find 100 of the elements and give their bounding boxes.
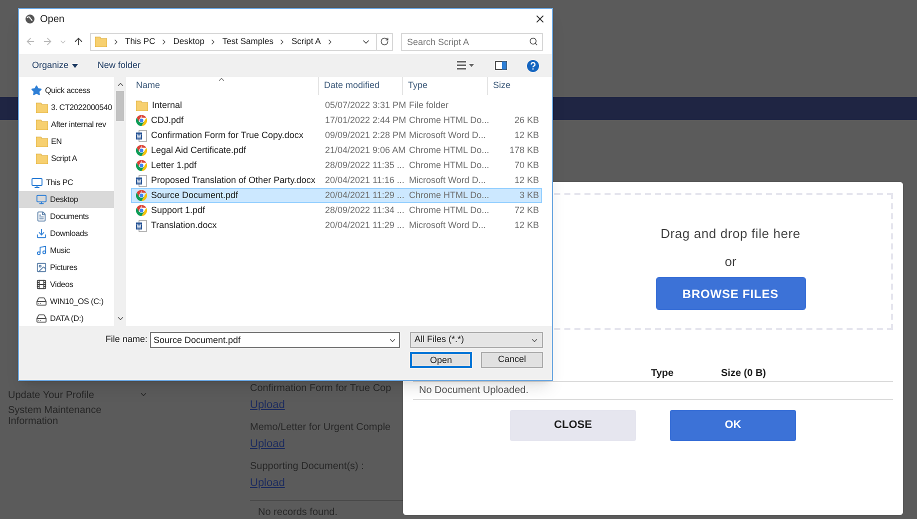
nav-item[interactable]: Downloads [19, 225, 114, 242]
file-row[interactable]: Legal Aid Certificate.pdf 21/04/2021 9:06 AM Chrome HTML Do... 178 KB [131, 143, 542, 158]
sort-caret-icon [217, 75, 226, 84]
picture-icon [36, 262, 47, 273]
file-row[interactable]: Source Document.pdf 20/04/2021 11:29 ... Chrome HTML Do... 3 KB [131, 188, 542, 203]
file-row[interactable]: Letter 1.pdf 28/09/2022 11:35 ... Chrome HTML Do... 70 KB [131, 158, 542, 173]
file-row[interactable]: Proposed Translation of Other Party.docx 20/04/2021 11:16 ... Microsoft Word D... 12 KB [131, 173, 542, 188]
nav-item[interactable]: Quick access [19, 82, 114, 99]
file-size: 12 KB [514, 220, 539, 230]
nav-item[interactable]: After internal rev [19, 116, 114, 133]
file-row[interactable]: Confirmation Form for True Copy.docx 09/09/2021 2:28 PM Microsoft Word D... 12 KB [131, 128, 542, 143]
empty-message: No Document Uploaded. [419, 384, 529, 398]
file-size: 12 KB [514, 175, 539, 185]
file-date: 17/01/2022 2:44 PM [324, 114, 404, 127]
file-name: Letter 1.pdf [151, 159, 197, 172]
file-date: 21/04/2021 9:06 AM [324, 144, 404, 157]
toolbar-button[interactable]: Organize [32, 58, 78, 72]
file-size: 3 KB [519, 190, 539, 200]
column-header: Type [651, 367, 675, 381]
folder-icon [36, 102, 48, 113]
file-size: 72 KB [514, 205, 539, 215]
nav-item[interactable]: EN [19, 133, 114, 150]
nav-item[interactable]: Desktop [19, 191, 114, 208]
nav-item[interactable]: Music [19, 242, 114, 259]
folder-icon [36, 153, 48, 164]
dropdown-icon[interactable] [388, 336, 398, 345]
file-size: 178 KB [509, 145, 539, 155]
file-name: Support 1.pdf [151, 204, 206, 217]
search-icon [529, 36, 538, 46]
file-name: CDJ.pdf [151, 114, 184, 127]
caret-icon [72, 64, 78, 68]
close-button[interactable]: CLOSE [510, 410, 636, 441]
file-name-label: File name: [104, 333, 148, 346]
search-field[interactable]: Search Script A [401, 32, 543, 50]
column-header[interactable]: Type [403, 77, 488, 95]
nav-item[interactable]: WIN10_OS (C:) [19, 293, 114, 310]
toolbar-button[interactable]: New folder [98, 58, 141, 72]
nav-item[interactable]: Videos [19, 276, 114, 293]
column-header[interactable]: Size [488, 77, 540, 95]
folder-icon [95, 36, 107, 47]
file-name: Confirmation Form for True Copy.docx [151, 129, 304, 142]
nav-item[interactable]: Script A [19, 150, 114, 167]
file-date: 28/09/2022 11:35 ... [324, 159, 404, 172]
file-size: 12 KB [514, 130, 539, 140]
column-header[interactable]: Name [131, 77, 319, 95]
column-header: Size (0 B) [721, 367, 768, 381]
ok-button[interactable]: OK [670, 410, 796, 441]
breadcrumb-item[interactable]: This PC [125, 35, 156, 48]
file-size: 26 KB [514, 115, 539, 125]
file-type-dropdown[interactable]: All Files (*.*) [410, 332, 543, 348]
nav-item[interactable]: Pictures [19, 259, 114, 276]
nav-item[interactable]: This PC [19, 174, 114, 191]
or-text: or [724, 252, 736, 270]
browse-files-button[interactable]: BROWSE FILES [656, 277, 806, 310]
open-button[interactable]: Open [410, 352, 472, 368]
nav-item[interactable]: DATA (D:) [19, 310, 114, 326]
drop-text: Drag and drop file here [660, 225, 800, 243]
column-header[interactable]: Date modified [319, 77, 403, 95]
breadcrumb-item[interactable]: Test Samples [222, 35, 274, 48]
document-icon [136, 220, 147, 232]
file-date: 20/04/2021 11:16 ... [324, 174, 404, 187]
file-date: 20/04/2021 11:29 ... [324, 189, 404, 202]
close-icon[interactable] [534, 13, 546, 25]
chevron-icon [139, 390, 148, 399]
film-icon [36, 279, 47, 290]
help-icon[interactable] [527, 60, 539, 72]
file-row[interactable]: Internal 05/07/2022 3:31 PM File folder [131, 98, 542, 113]
nav-item[interactable]: Documents [19, 208, 114, 225]
document-icon [136, 174, 147, 187]
separator-icon [112, 38, 120, 46]
round-logo-icon [136, 190, 147, 202]
file-date: 09/09/2021 2:28 PM [324, 129, 404, 142]
file-name: Legal Aid Certificate.pdf [151, 144, 246, 157]
scroll-down-icon[interactable] [116, 314, 124, 323]
drive-icon [36, 296, 47, 307]
music-icon [36, 245, 47, 256]
cancel-button[interactable]: Cancel [481, 352, 543, 368]
refresh-icon[interactable] [380, 37, 389, 46]
breadcrumb-item[interactable]: Script A [291, 35, 321, 48]
file-type: File folder [408, 99, 450, 112]
scroll-thumb[interactable] [116, 91, 124, 121]
nav-item[interactable]: 3. CT2022000540 [19, 99, 114, 116]
round-logo-icon [136, 115, 147, 126]
file-size: 70 KB [514, 160, 539, 170]
round-logo-icon [136, 160, 147, 172]
view-options-icon[interactable] [457, 61, 475, 70]
download-icon [36, 228, 47, 239]
file-name: Translation.docx [151, 219, 217, 232]
file-date: 05/07/2022 3:31 PM [324, 99, 404, 112]
file-type: Chrome HTML Do... [408, 114, 489, 127]
scroll-up-icon[interactable] [116, 80, 124, 89]
file-name: Proposed Translation of Other Party.docx [151, 174, 316, 187]
window-title: Open [40, 12, 64, 26]
monitor-icon [36, 194, 47, 205]
breadcrumb-item[interactable]: Desktop [173, 35, 204, 48]
file-name-field[interactable]: Source Document.pdf [150, 332, 400, 348]
file-row[interactable]: CDJ.pdf 17/01/2022 2:44 PM Chrome HTML Do... 26 KB [131, 113, 542, 128]
up-icon[interactable] [73, 36, 84, 47]
address-bar[interactable]: This PC Desktop Test Samples Script A [90, 32, 393, 50]
preview-pane-icon[interactable] [495, 61, 507, 70]
